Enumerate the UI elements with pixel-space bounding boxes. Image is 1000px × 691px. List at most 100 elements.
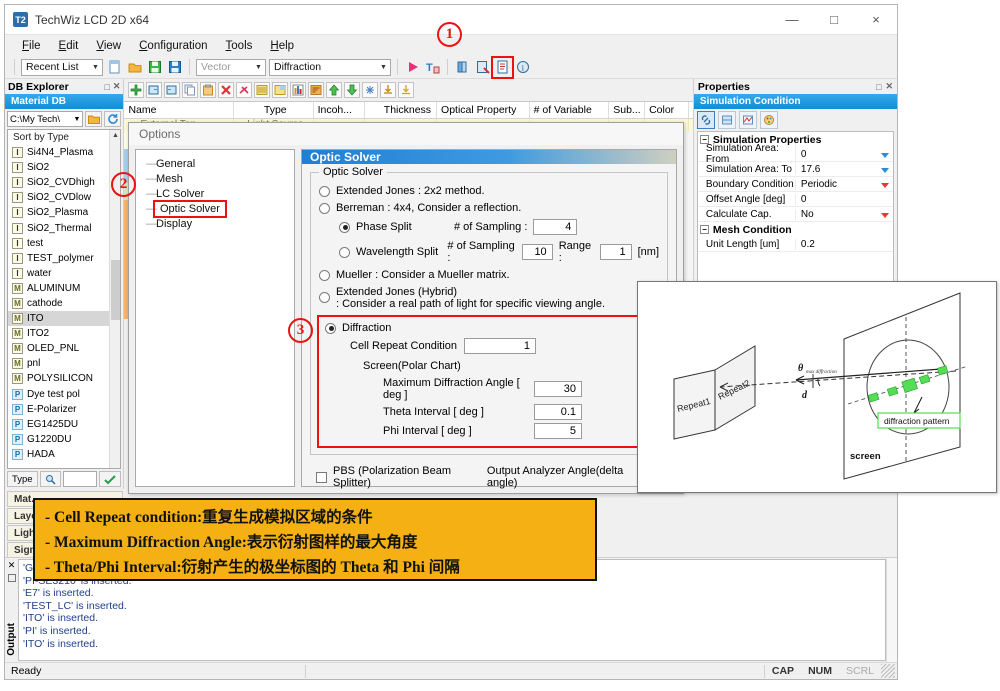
material-list-item[interactable]: ISiO2_Thermal (8, 220, 109, 235)
radio-mueller[interactable]: Mueller : Consider a Mueller matrix. (319, 269, 659, 281)
text-tool-icon[interactable]: T (424, 59, 441, 76)
save-icon[interactable] (146, 59, 163, 76)
radio-hybrid[interactable]: Extended Jones (Hybrid) : Consider a rea… (319, 286, 659, 310)
material-list[interactable]: Sort by Type ISi4N4_PlasmaISiO2ISiO2_CVD… (7, 129, 121, 469)
material-list-item[interactable]: Itest (8, 236, 109, 251)
radio-berreman[interactable]: Berreman : 4x4, Consider a reflection. (319, 202, 659, 214)
close-icon[interactable]: ✕ (113, 81, 121, 92)
property-row[interactable]: Unit Length [um]0.2 (698, 237, 893, 252)
material-db-tab[interactable]: Material DB (5, 94, 123, 109)
run-icon[interactable] (404, 59, 421, 76)
float-icon[interactable]: □ (876, 82, 881, 92)
insert-layer-icon[interactable] (164, 82, 180, 98)
output-scrollbar[interactable] (886, 558, 897, 662)
copy-icon[interactable] (182, 82, 198, 98)
paste-icon[interactable] (200, 82, 216, 98)
chevron-down-icon[interactable] (881, 168, 889, 173)
db-search-input[interactable] (63, 471, 98, 487)
recent-list-combo[interactable]: Recent List ▼ (21, 59, 103, 76)
material-list-item[interactable]: PDye test pol (8, 387, 109, 402)
folder-icon[interactable] (85, 111, 102, 127)
column-header-optical-property[interactable]: Optical Property (437, 102, 530, 118)
scroll-up-icon[interactable]: ▲ (110, 130, 120, 141)
float-icon[interactable] (8, 574, 16, 582)
menu-item-configuration[interactable]: Configuration (130, 38, 216, 54)
info-icon[interactable]: i (514, 59, 531, 76)
radio-icon[interactable] (319, 292, 330, 303)
graph-icon[interactable] (739, 111, 757, 129)
material-list-item[interactable]: ISiO2_CVDhigh (8, 175, 109, 190)
property-value[interactable]: 0 (796, 149, 893, 160)
material-list-item[interactable]: ISiO2_Plasma (8, 205, 109, 220)
options-tree-item-optic-solver[interactable]: —Optic Solver (146, 201, 294, 216)
material-list-item[interactable]: PE-Polarizer (8, 402, 109, 417)
material-list-item[interactable]: MALUMINUM (8, 281, 109, 296)
grid-icon[interactable] (272, 82, 288, 98)
material-list-item[interactable]: MOLED_PNL (8, 341, 109, 356)
property-row[interactable]: Calculate Cap.No (698, 207, 893, 222)
import-icon[interactable] (380, 82, 396, 98)
column-header-variable[interactable]: # of Variable (530, 102, 610, 118)
max-diffraction-angle-input[interactable]: 30 (534, 381, 582, 397)
theta-interval-input[interactable]: 0.1 (534, 404, 582, 420)
radio-icon[interactable] (319, 270, 330, 281)
report-icon[interactable] (474, 59, 491, 76)
material-list-item[interactable]: MITO (8, 311, 109, 326)
material-list-item[interactable]: ISi4N4_Plasma (8, 145, 109, 160)
material-list-item[interactable]: Iwater (8, 266, 109, 281)
material-list-item[interactable]: ITEST_polymer (8, 251, 109, 266)
search-icon[interactable] (40, 471, 61, 487)
resize-grip[interactable] (881, 664, 895, 678)
add-icon[interactable] (128, 82, 144, 98)
phase-split-sampling-input[interactable]: 4 (533, 219, 577, 235)
close-icon[interactable]: ✕ (885, 81, 893, 92)
radio-icon[interactable] (339, 222, 350, 233)
refresh-icon[interactable] (104, 111, 121, 127)
collapse-icon[interactable]: − (700, 225, 709, 234)
scrollbar-thumb[interactable] (111, 260, 120, 320)
property-value[interactable]: No (796, 209, 893, 220)
chart-icon[interactable] (290, 82, 306, 98)
export-icon[interactable] (398, 82, 414, 98)
center-icon[interactable] (362, 82, 378, 98)
delete-icon[interactable] (218, 82, 234, 98)
maximize-button[interactable]: □ (813, 5, 855, 34)
column-header-sub[interactable]: Sub... (609, 102, 645, 118)
new-document-icon[interactable] (106, 59, 123, 76)
cut-icon[interactable] (236, 82, 252, 98)
menu-item-help[interactable]: Help (261, 38, 303, 54)
radio-diffraction[interactable]: Diffraction (325, 322, 653, 334)
property-row[interactable]: Boundary ConditionPeriodic (698, 177, 893, 192)
radio-extended-jones[interactable]: Extended Jones : 2x2 method. (319, 185, 659, 197)
property-group-header[interactable]: −Mesh Condition (698, 222, 893, 237)
material-list-item[interactable]: Mcathode (8, 296, 109, 311)
sort-icon[interactable] (308, 82, 324, 98)
options-tree-item-lc-solver[interactable]: —LC Solver (146, 186, 294, 201)
material-list-item[interactable]: PEG1425DU (8, 417, 109, 432)
list-icon[interactable] (254, 82, 270, 98)
chevron-down-icon[interactable] (881, 213, 889, 218)
radio-icon[interactable] (319, 186, 330, 197)
edit-properties-icon[interactable] (494, 59, 511, 76)
float-icon[interactable]: □ (104, 82, 109, 92)
open-folder-icon[interactable] (126, 59, 143, 76)
menu-item-file[interactable]: FFileile (13, 38, 50, 54)
menu-item-view[interactable]: View (87, 38, 130, 54)
material-list-item[interactable]: MPOLYSILICON (8, 371, 109, 386)
vector-combo[interactable]: Vector ▼ (196, 59, 266, 76)
property-value[interactable]: 0 (796, 194, 893, 205)
link-icon[interactable] (697, 111, 715, 129)
close-button[interactable]: × (855, 5, 897, 34)
material-list-item[interactable]: ISiO2 (8, 160, 109, 175)
add-layer-icon[interactable] (146, 82, 162, 98)
diffraction-combo[interactable]: Diffraction ▼ (269, 59, 391, 76)
column-header-incoh[interactable]: Incoh... (314, 102, 366, 118)
options-tree-item-display[interactable]: —Display (146, 216, 294, 231)
db-path-combo[interactable]: C:\My Tech\ ▼ (7, 111, 83, 127)
property-value[interactable]: Periodic (796, 179, 893, 190)
layers-icon[interactable] (718, 111, 736, 129)
material-list-item[interactable]: PHADA (8, 447, 109, 462)
property-value[interactable]: 0.2 (796, 239, 893, 250)
cell-repeat-input[interactable]: 1 (464, 338, 536, 354)
move-down-icon[interactable] (344, 82, 360, 98)
